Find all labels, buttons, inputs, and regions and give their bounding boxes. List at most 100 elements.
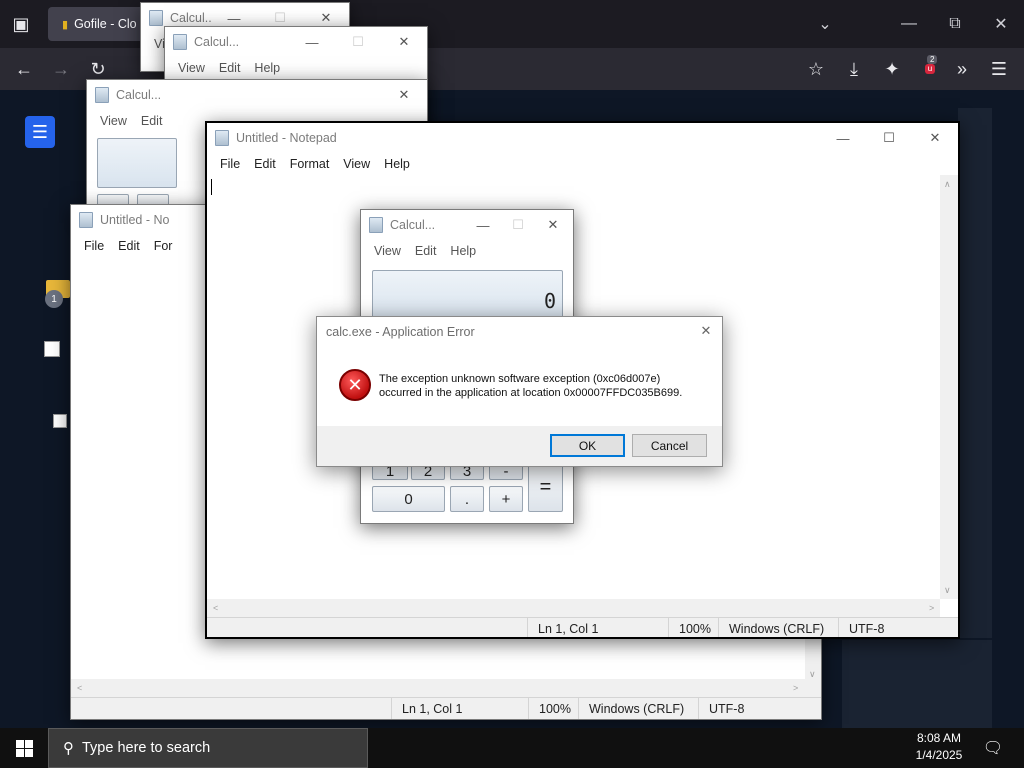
scroll-right-icon[interactable]: >: [929, 603, 934, 613]
calculator-menubar: View Edit Help: [361, 240, 573, 262]
calculator-display: [97, 138, 177, 188]
scroll-left-icon[interactable]: <: [77, 683, 82, 693]
menu-format[interactable]: Format: [283, 157, 337, 171]
menu-file[interactable]: File: [77, 239, 111, 253]
cancel-button[interactable]: Cancel: [632, 434, 707, 457]
menu-file[interactable]: File: [213, 157, 247, 171]
browser-minimize-icon[interactable]: —: [886, 0, 932, 48]
menu-edit[interactable]: Edit: [247, 157, 283, 171]
horizontal-scrollbar[interactable]: < >: [207, 599, 940, 617]
scroll-up-icon[interactable]: ∧: [944, 179, 951, 190]
menu-format[interactable]: For: [147, 239, 180, 253]
clock-date: 1/4/2025: [915, 748, 963, 762]
ok-button[interactable]: OK: [550, 434, 625, 457]
maximize-icon[interactable]: ☐: [335, 27, 381, 57]
close-icon[interactable]: ✕: [912, 123, 958, 153]
menu-edit[interactable]: Edit: [212, 61, 248, 75]
select-checkbox[interactable]: [44, 341, 60, 357]
error-message-line1: The exception unknown software exception…: [379, 373, 661, 385]
calculator-title: Calcul...: [390, 218, 436, 232]
menu-view[interactable]: View: [336, 157, 377, 171]
extensions-icon[interactable]: ✦: [878, 55, 906, 83]
browser-close-icon[interactable]: ✕: [978, 0, 1024, 48]
minimize-icon[interactable]: —: [820, 123, 866, 153]
maximize-icon[interactable]: ☐: [866, 123, 912, 153]
menu-edit[interactable]: Edit: [408, 244, 444, 258]
calc-key-decimal[interactable]: .: [450, 486, 484, 512]
minimize-icon[interactable]: —: [463, 210, 503, 240]
close-icon[interactable]: ✕: [533, 210, 573, 240]
menu-help[interactable]: Help: [247, 61, 287, 75]
application-error-dialog[interactable]: calc.exe - Application Error ✕ ✕ The exc…: [316, 316, 723, 467]
notepad-statusbar: Ln 1, Col 1 100% Windows (CRLF) UTF-8: [71, 697, 821, 719]
error-icon: ✕: [339, 369, 371, 401]
status-zoom: 100%: [668, 617, 718, 637]
calculator-menubar: View Edit Help: [165, 57, 427, 79]
calculator-display: 0: [372, 270, 563, 320]
calculator-title: Calcul...: [170, 11, 211, 25]
start-button[interactable]: [0, 728, 48, 768]
close-icon[interactable]: ✕: [381, 80, 427, 110]
page-side-strip: [958, 108, 992, 638]
menu-view[interactable]: View: [93, 114, 134, 128]
calculator-titlebar[interactable]: Calcul... — ☐ ✕: [165, 27, 427, 57]
notepad-app-icon: [215, 130, 229, 146]
status-position: Ln 1, Col 1: [527, 617, 668, 637]
menu-help[interactable]: Help: [377, 157, 417, 171]
browser-restore-icon[interactable]: ⧉: [932, 0, 978, 48]
notification-center-icon[interactable]: 🗨: [978, 728, 1008, 768]
overflow-chevron-icon[interactable]: »: [948, 55, 976, 83]
taskbar-clock[interactable]: 8:08 AM 1/4/2025: [900, 730, 978, 766]
scroll-left-icon[interactable]: <: [213, 603, 218, 613]
status-zoom: 100%: [528, 697, 578, 719]
calc-key-equals[interactable]: =: [528, 462, 563, 512]
text-caret: [211, 179, 212, 195]
close-icon[interactable]: ✕: [696, 321, 716, 341]
folder-count-badge: 1: [45, 290, 63, 308]
notepad-statusbar: Ln 1, Col 1 100% Windows (CRLF) UTF-8: [207, 617, 958, 637]
vertical-scrollbar[interactable]: ∧ ∨: [940, 175, 958, 599]
tab-overview-icon[interactable]: ▣: [7, 10, 35, 38]
page-hamburger-button[interactable]: ☰: [25, 116, 55, 148]
close-icon[interactable]: ✕: [381, 27, 427, 57]
menu-edit[interactable]: Edit: [111, 239, 147, 253]
browser-tab-title: Gofile - Clo: [74, 17, 137, 31]
dialog-title: calc.exe - Application Error: [326, 325, 475, 339]
back-icon[interactable]: ←: [10, 55, 38, 83]
maximize-icon[interactable]: ☐: [503, 210, 533, 240]
taskbar-search-box[interactable]: ⚲ Type here to search: [48, 728, 368, 768]
status-position: Ln 1, Col 1: [391, 697, 528, 719]
menu-edit[interactable]: Edit: [134, 114, 170, 128]
status-encoding: UTF-8: [838, 617, 956, 637]
calculator-titlebar[interactable]: Calcul... — ☐ ✕: [361, 210, 573, 240]
scroll-right-icon[interactable]: >: [793, 683, 798, 693]
browser-tab[interactable]: ▮ Gofile - Clo: [48, 7, 144, 41]
calculator-title: Calcul...: [194, 35, 240, 49]
notepad-title: Untitled - Notepad: [236, 131, 337, 145]
forward-icon[interactable]: →: [47, 55, 75, 83]
calculator-title: Calcul...: [116, 88, 162, 102]
calculator-app-icon: [173, 34, 187, 50]
gofile-favicon-icon: ▮: [62, 18, 69, 31]
downloads-icon[interactable]: ⤓: [840, 55, 868, 83]
calc-key-plus[interactable]: +: [489, 486, 523, 512]
bookmark-star-icon[interactable]: ☆: [802, 55, 830, 83]
row-checkbox[interactable]: [53, 414, 67, 428]
menu-help[interactable]: Help: [443, 244, 483, 258]
notepad-titlebar[interactable]: Untitled - Notepad — ☐ ✕: [207, 123, 958, 153]
menu-view[interactable]: View: [367, 244, 408, 258]
windows-logo-icon: [15, 739, 33, 757]
horizontal-scrollbar[interactable]: < >: [71, 679, 805, 697]
scroll-down-icon[interactable]: ∨: [944, 585, 951, 596]
dialog-button-bar: OK Cancel: [317, 426, 722, 466]
calc-key-0[interactable]: 0: [372, 486, 445, 512]
app-menu-icon[interactable]: ☰: [985, 55, 1013, 83]
list-tabs-icon[interactable]: ⌄: [802, 0, 848, 48]
scroll-down-icon[interactable]: ∨: [809, 669, 816, 680]
status-line-ending: Windows (CRLF): [718, 617, 838, 637]
calculator-titlebar[interactable]: Calcul... ✕: [87, 80, 427, 110]
calculator-app-icon: [149, 10, 163, 26]
notepad-menubar: File Edit Format View Help: [207, 153, 958, 175]
menu-view[interactable]: View: [171, 61, 212, 75]
minimize-icon[interactable]: —: [289, 27, 335, 57]
